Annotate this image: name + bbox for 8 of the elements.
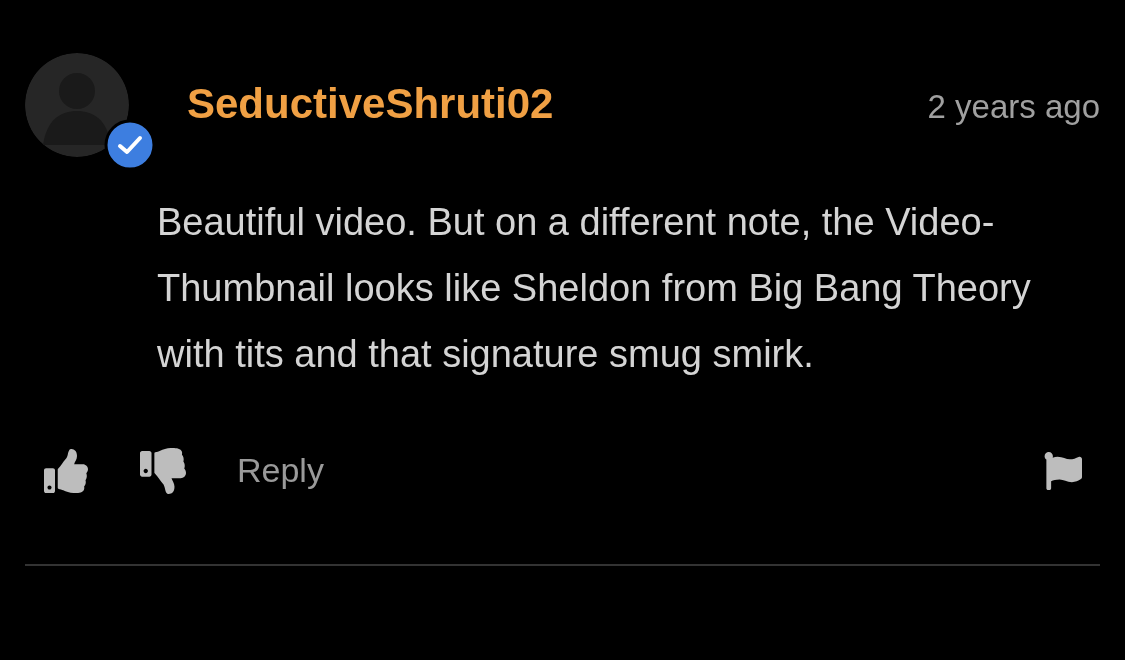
thumbs-down-icon[interactable] xyxy=(138,447,188,494)
comment-text: Beautiful video. But on a different note, the Video-Thumbnail looks like Sheldon from Big Bang Theory with tits and that signature smug smirk. xyxy=(157,200,1032,377)
username[interactable]: SeductiveShruti02 xyxy=(187,83,554,125)
timestamp: 2 years ago xyxy=(927,90,1100,123)
flag-icon[interactable] xyxy=(1044,449,1082,492)
avatar-icon xyxy=(25,53,129,157)
thumbs-up-icon[interactable] xyxy=(42,448,90,493)
reply-button[interactable]: Reply xyxy=(237,445,324,496)
